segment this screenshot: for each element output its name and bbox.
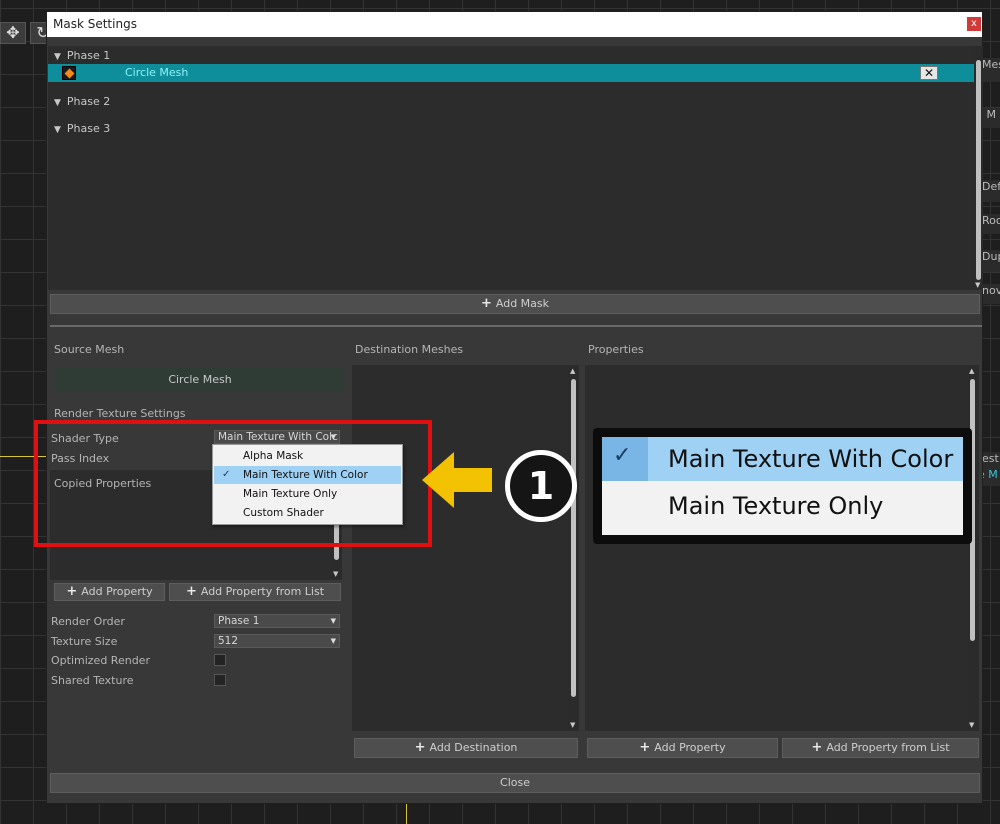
chevron-down-icon: ▼ <box>330 617 336 625</box>
delete-mask-icon[interactable]: ✕ <box>920 66 938 80</box>
phase-3-header[interactable]: ▼ Phase 3 <box>54 122 110 135</box>
mask-list-item[interactable]: Circle Mesh ✕ <box>48 64 974 82</box>
render-order-dropdown[interactable]: Phase 1 ▼ <box>214 614 340 628</box>
scroll-up-icon[interactable]: ▲ <box>570 367 575 375</box>
guide-line <box>406 802 407 824</box>
add-property-from-list-button[interactable]: + Add Property from List <box>782 738 979 758</box>
close-button[interactable]: Close <box>50 773 980 793</box>
plus-icon: + <box>414 740 426 755</box>
scroll-up-icon[interactable]: ▲ <box>969 367 974 375</box>
render-order-label: Render Order <box>51 615 125 628</box>
zoomed-option-main-texture-with-color: Main Texture With Color <box>668 445 954 473</box>
pointer-arrow-icon <box>422 452 492 508</box>
mask-list: ▼ Phase 1 Circle Mesh ✕ ▼ Phase 2 ▼ Phase 3 <box>48 46 974 290</box>
scroll-down-icon[interactable]: ▼ <box>969 721 974 729</box>
phase-1-header[interactable]: ▼ Phase 1 <box>54 49 110 62</box>
add-destination-button[interactable]: + Add Destination <box>354 738 578 758</box>
plus-icon: + <box>66 584 78 599</box>
scroll-down-icon[interactable]: ▼ <box>975 281 980 289</box>
dialog-title: Mask Settings <box>47 12 982 37</box>
plus-icon: + <box>185 584 197 599</box>
check-icon: ✓ <box>613 443 632 468</box>
mask-settings-dialog: Mask Settings x ▼ Phase 1 Circle Mesh ✕ ▼… <box>46 11 983 804</box>
plus-icon: + <box>811 740 823 755</box>
add-mask-button[interactable]: + Add Mask <box>50 294 980 314</box>
properties-scrollbar[interactable]: ▲ ▼ <box>967 365 979 731</box>
mask-list-scrollbar[interactable]: ▼ <box>974 46 983 290</box>
source-mesh-header: Source Mesh <box>54 343 125 356</box>
add-property-from-list-button[interactable]: + Add Property from List <box>169 583 341 601</box>
move-tool-icon[interactable]: ✥ <box>0 22 26 44</box>
destination-scrollbar[interactable]: ▲ ▼ <box>568 365 579 731</box>
close-icon[interactable]: x <box>967 17 981 31</box>
highlight-box <box>34 420 432 547</box>
zoomed-menu-callout: ✓ Main Texture With Color Main Texture O… <box>593 428 972 544</box>
texture-size-label: Texture Size <box>51 635 118 648</box>
add-property-button[interactable]: + Add Property <box>587 738 778 758</box>
add-property-button[interactable]: + Add Property <box>54 583 165 601</box>
step-number-badge: 1 <box>505 450 577 522</box>
properties-header: Properties <box>588 343 644 356</box>
divider <box>50 325 982 327</box>
scroll-down-icon[interactable]: ▼ <box>570 721 575 729</box>
expand-triangle-icon: ▼ <box>54 52 61 62</box>
scroll-down-icon[interactable]: ▼ <box>333 570 338 578</box>
expand-triangle-icon: ▼ <box>54 125 61 135</box>
plus-icon: + <box>480 296 492 311</box>
zoomed-selected-row: ✓ Main Texture With Color <box>602 437 963 481</box>
source-mesh-field[interactable]: Circle Mesh <box>56 368 344 392</box>
render-texture-header: Render Texture Settings <box>54 407 186 420</box>
shared-texture-label: Shared Texture <box>51 674 134 687</box>
scroll-thumb[interactable] <box>571 379 576 697</box>
scroll-thumb[interactable] <box>976 60 981 280</box>
plus-icon: + <box>639 740 651 755</box>
optimized-render-label: Optimized Render <box>51 654 150 667</box>
mesh-icon <box>62 66 76 80</box>
mask-item-name: Circle Mesh <box>125 66 189 79</box>
zoomed-menu: ✓ Main Texture With Color Main Texture O… <box>602 437 963 535</box>
destination-meshes-header: Destination Meshes <box>355 343 464 356</box>
zoomed-option-main-texture-only: Main Texture Only <box>668 492 884 520</box>
shared-texture-checkbox[interactable] <box>214 674 226 686</box>
properties-list <box>585 365 979 731</box>
optimized-render-checkbox[interactable] <box>214 654 226 666</box>
expand-triangle-icon: ▼ <box>54 98 61 108</box>
phase-2-header[interactable]: ▼ Phase 2 <box>54 95 110 108</box>
chevron-down-icon: ▼ <box>330 637 336 645</box>
texture-size-dropdown[interactable]: 512 ▼ <box>214 634 340 648</box>
